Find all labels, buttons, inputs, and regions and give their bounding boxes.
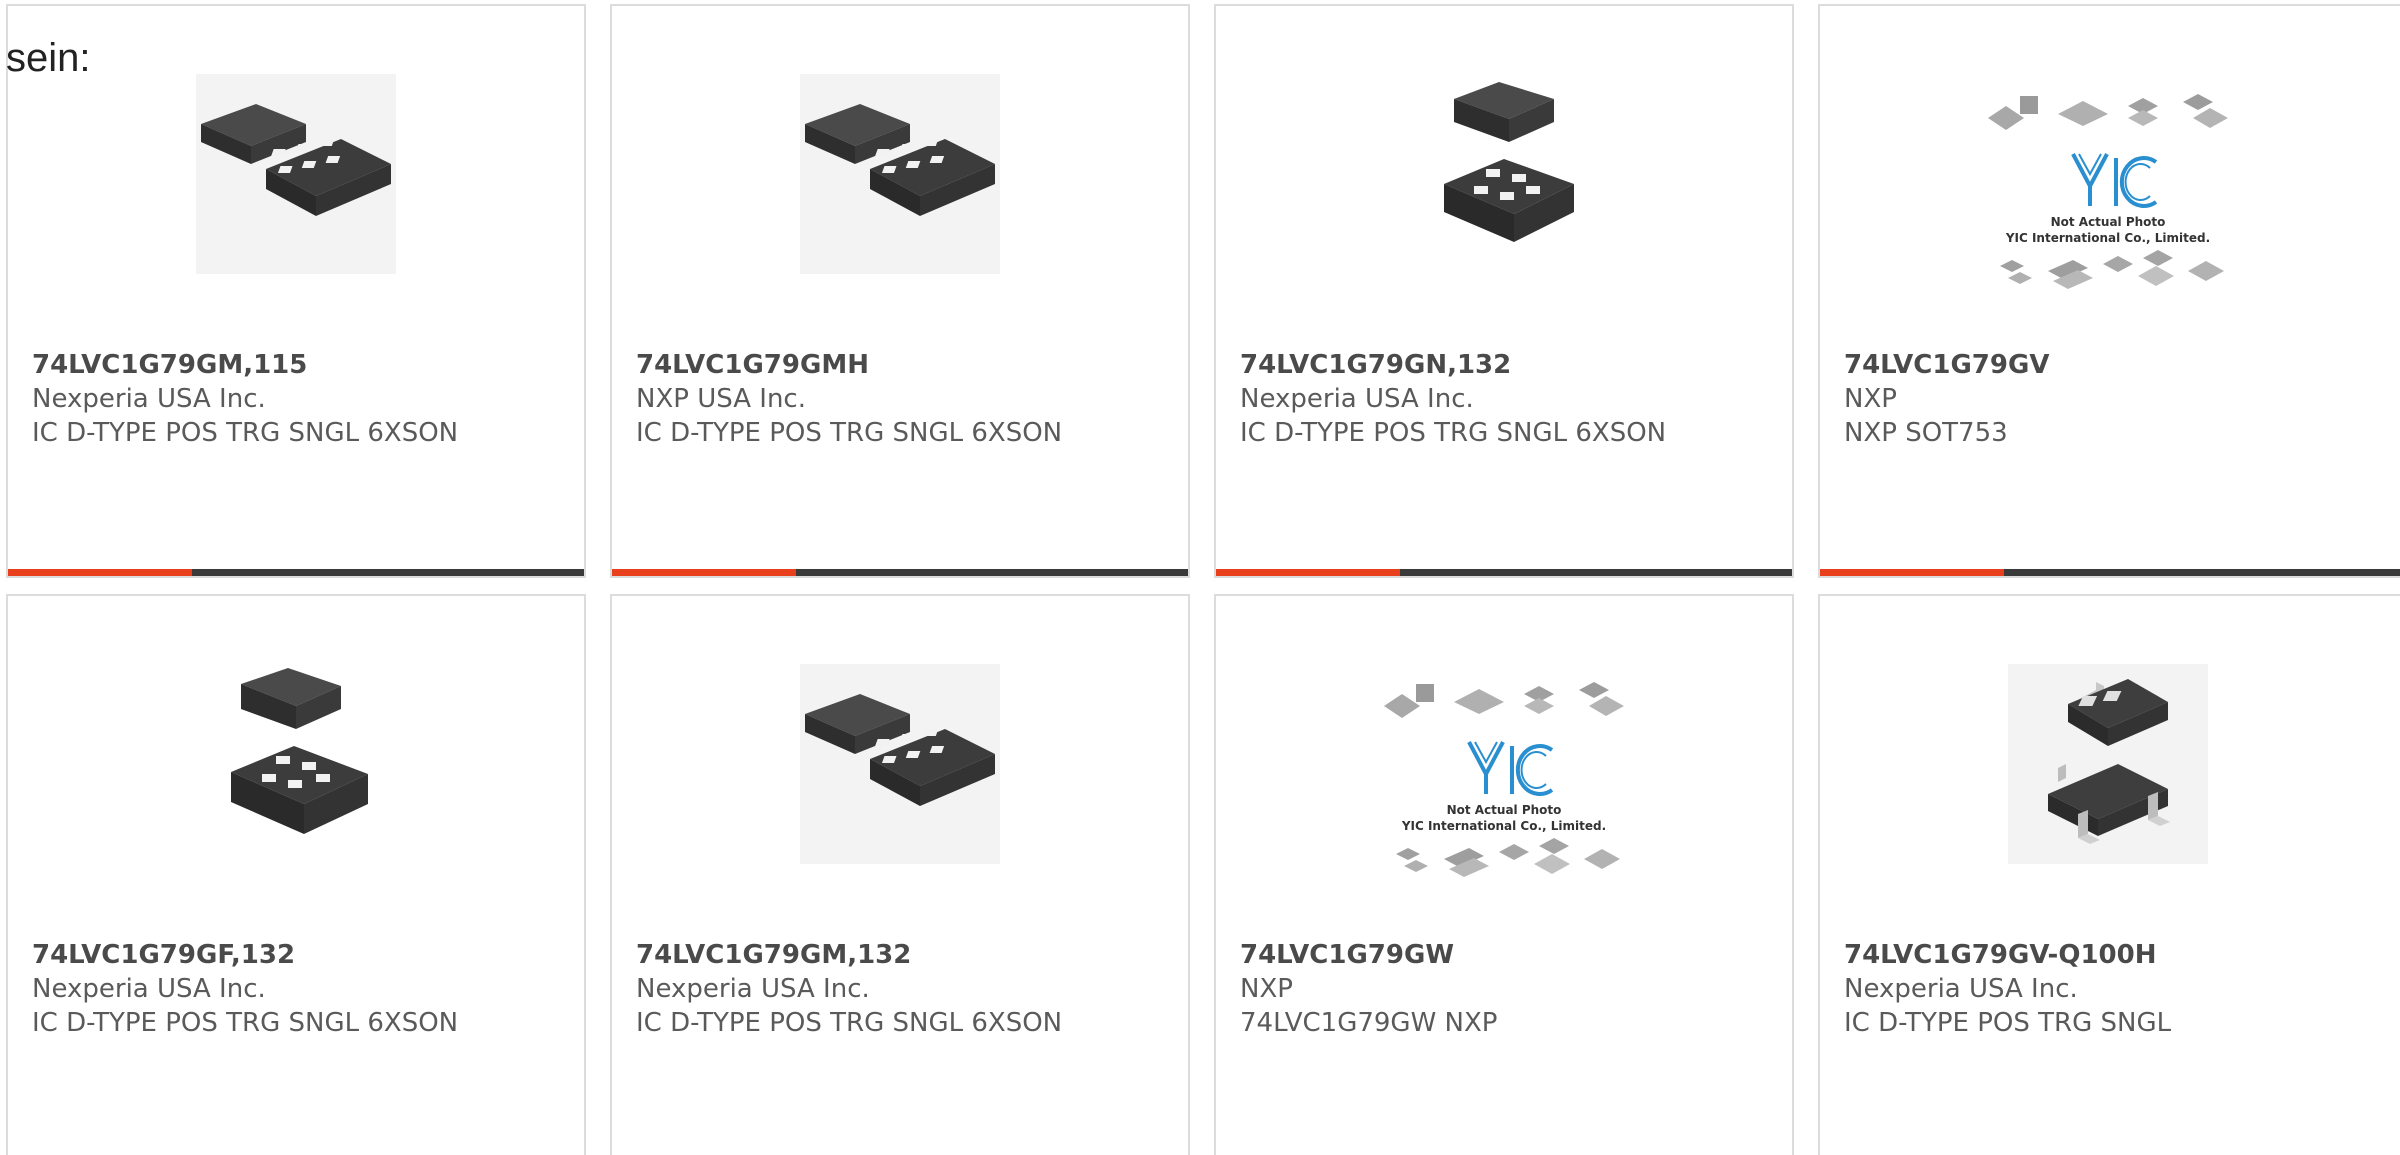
manufacturer: Nexperia USA Inc. xyxy=(636,974,870,1004)
product-image: Not Actual Photo YIC International Co., … xyxy=(1978,66,2238,306)
part-number[interactable]: 74LVC1G79GV-Q100H xyxy=(1844,938,2400,972)
description: IC D-TYPE POS TRG SNGL xyxy=(1844,1008,2172,1038)
card-bar-accent xyxy=(612,569,796,576)
card-bar-accent xyxy=(1820,569,2004,576)
chip-package-icon xyxy=(805,104,995,216)
sot753-package-icon xyxy=(2048,679,2170,844)
product-card[interactable]: 74LVC1G79GV-Q100H Nexperia USA Inc. IC D… xyxy=(1818,594,2400,1155)
placeholder-line1: Not Actual Photo xyxy=(1447,803,1562,817)
lead-text: sein: xyxy=(6,36,91,80)
yic-placeholder-image: Not Actual Photo YIC International Co., … xyxy=(1384,682,1624,877)
chip-package-icon xyxy=(201,104,391,216)
manufacturer: NXP xyxy=(1240,974,1293,1004)
part-number[interactable]: 74LVC1G79GM,132 xyxy=(636,938,1178,972)
description: IC D-TYPE POS TRG SNGL 6XSON xyxy=(32,418,459,448)
product-image xyxy=(2008,664,2208,864)
description: NXP SOT753 xyxy=(1844,418,2008,448)
manufacturer: Nexperia USA Inc. xyxy=(32,384,266,414)
product-card[interactable]: Not Actual Photo YIC International Co., … xyxy=(1818,4,2400,578)
product-image xyxy=(196,664,396,864)
description: IC D-TYPE POS TRG SNGL 6XSON xyxy=(1240,418,1667,448)
product-card[interactable]: 74LVC1G79GF,132 Nexperia USA Inc. IC D-T… xyxy=(6,594,586,1155)
part-number[interactable]: 74LVC1G79GN,132 xyxy=(1240,348,1782,382)
product-card[interactable]: 74LVC1G79GM,115 Nexperia USA Inc. IC D-T… xyxy=(6,4,586,578)
part-number[interactable]: 74LVC1G79GMH xyxy=(636,348,1178,382)
description: IC D-TYPE POS TRG SNGL 6XSON xyxy=(636,418,1063,448)
manufacturer: Nexperia USA Inc. xyxy=(1240,384,1474,414)
product-image xyxy=(196,74,396,274)
part-number[interactable]: 74LVC1G79GW xyxy=(1240,938,1782,972)
card-bar xyxy=(1216,569,1792,576)
product-card[interactable]: Not Actual Photo YIC International Co., … xyxy=(1214,594,1794,1155)
description: IC D-TYPE POS TRG SNGL 6XSON xyxy=(32,1008,459,1038)
manufacturer: Nexperia USA Inc. xyxy=(32,974,266,1004)
yic-placeholder-image: Not Actual Photo YIC International Co., … xyxy=(1988,94,2228,289)
product-card[interactable]: 74LVC1G79GMH NXP USA Inc. IC D-TYPE POS … xyxy=(610,4,1190,578)
manufacturer: NXP USA Inc. xyxy=(636,384,806,414)
product-card[interactable]: 74LVC1G79GM,132 Nexperia USA Inc. IC D-T… xyxy=(610,594,1190,1155)
product-image xyxy=(800,74,1000,274)
product-image: Not Actual Photo YIC International Co., … xyxy=(1374,654,1634,894)
card-bar-accent xyxy=(8,569,192,576)
card-bar-accent xyxy=(1216,569,1400,576)
chip-package-icon xyxy=(231,668,368,834)
card-bar xyxy=(612,569,1188,576)
card-bar xyxy=(1820,569,2400,576)
manufacturer: NXP xyxy=(1844,384,1897,414)
product-image xyxy=(1404,74,1604,274)
card-bar xyxy=(8,569,584,576)
placeholder-line1: Not Actual Photo xyxy=(2051,215,2166,229)
product-card[interactable]: 74LVC1G79GN,132 Nexperia USA Inc. IC D-T… xyxy=(1214,4,1794,578)
part-number[interactable]: 74LVC1G79GM,115 xyxy=(32,348,574,382)
product-grid-page: sein: 74LVC1G79GM,115 Nexperia USA Inc. xyxy=(0,0,2400,1155)
product-image xyxy=(800,664,1000,864)
part-number[interactable]: 74LVC1G79GV xyxy=(1844,348,2400,382)
description: 74LVC1G79GW NXP xyxy=(1240,1008,1498,1038)
part-number[interactable]: 74LVC1G79GF,132 xyxy=(32,938,574,972)
placeholder-line2: YIC International Co., Limited. xyxy=(1401,819,1606,833)
chip-package-icon xyxy=(1444,82,1574,242)
manufacturer: Nexperia USA Inc. xyxy=(1844,974,2078,1004)
placeholder-line2: YIC International Co., Limited. xyxy=(2005,231,2210,245)
description: IC D-TYPE POS TRG SNGL 6XSON xyxy=(636,1008,1063,1038)
chip-package-icon xyxy=(805,694,995,806)
